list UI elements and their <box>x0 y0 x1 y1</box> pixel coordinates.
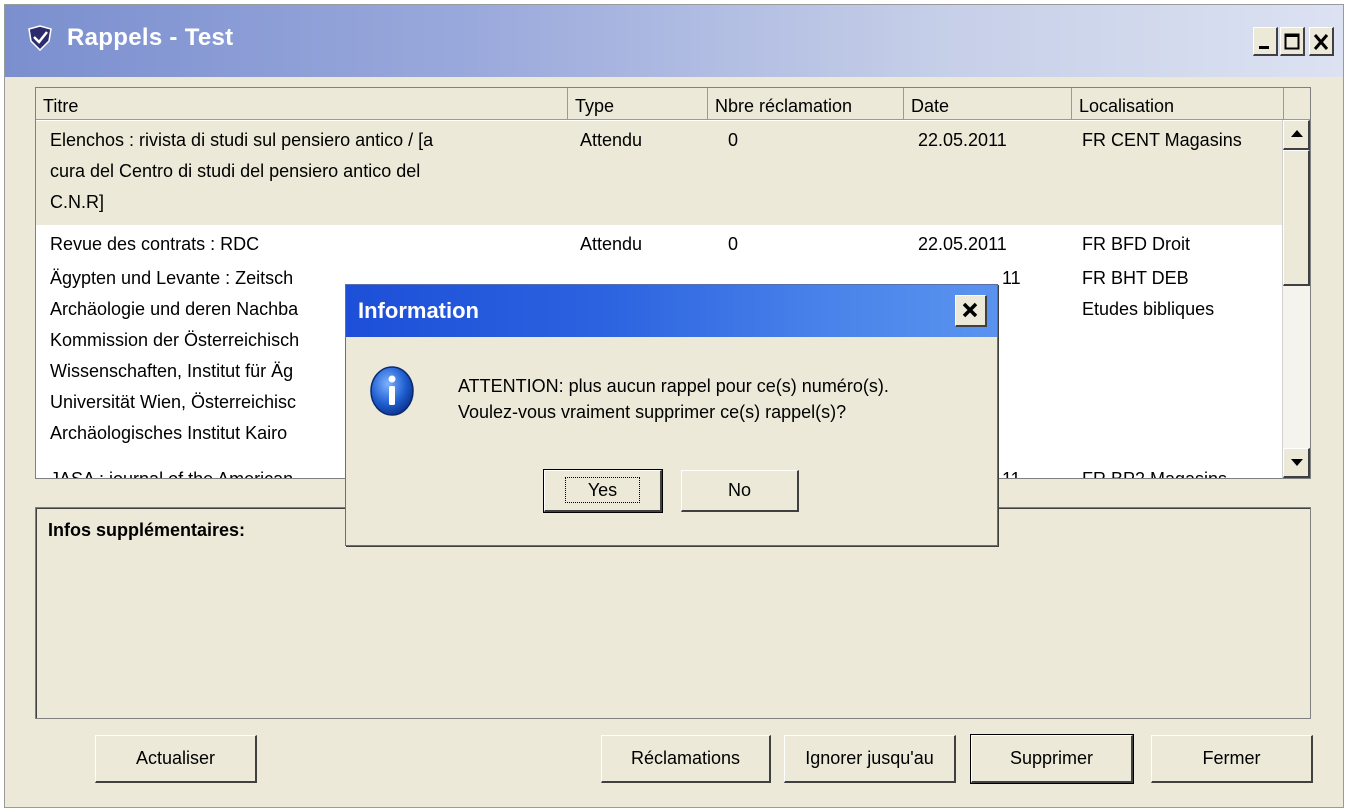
close-window-button[interactable]: Fermer <box>1151 735 1313 783</box>
delete-button[interactable]: Supprimer <box>970 734 1134 784</box>
maximize-icon <box>1284 33 1300 50</box>
row-type: Attendu <box>580 234 643 254</box>
column-header-location[interactable]: Localisation <box>1072 88 1284 120</box>
window-title: Rappels - Test <box>67 24 234 51</box>
yes-button[interactable]: Yes <box>543 469 663 513</box>
table-row[interactable]: Revue des contrats : RDC Attendu 0 22.05… <box>36 225 1282 263</box>
minimize-icon <box>1259 46 1269 49</box>
scroll-thumb[interactable] <box>1283 150 1310 286</box>
row-location: FR BP2 Magasins <box>1082 469 1228 479</box>
claims-button[interactable]: Réclamations <box>601 735 771 783</box>
dialog-message: ATTENTION: plus aucun rappel pour ce(s) … <box>458 376 889 422</box>
column-header-title[interactable]: Titre <box>36 88 568 120</box>
close-icon <box>962 302 978 318</box>
window-titlebar[interactable]: Rappels - Test <box>5 5 1343 77</box>
column-header-claims[interactable]: Nbre réclamation <box>708 88 904 120</box>
arrow-up-icon <box>1291 130 1303 137</box>
row-claims: 0 <box>728 130 739 150</box>
close-icon <box>1313 34 1329 50</box>
row-location: FR CENT Magasins <box>1082 130 1242 150</box>
column-header-date[interactable]: Date <box>904 88 1072 120</box>
scroll-down-button[interactable] <box>1283 448 1310 478</box>
row-date: 22.05.2011 <box>918 130 1007 150</box>
arrow-down-icon <box>1291 459 1303 466</box>
shield-check-icon <box>28 25 52 51</box>
minimize-button[interactable] <box>1253 27 1278 56</box>
table-row[interactable]: Elenchos : rivista di studi sul pensiero… <box>36 121 1282 225</box>
yes-button-label: Yes <box>564 477 641 503</box>
row-date: 22.05.2011 <box>918 234 1007 254</box>
information-dialog: Information ATTENTION: plus aucun rappel… <box>345 284 998 546</box>
row-location: FR BHT DEB Etudes bibliques <box>1082 268 1215 319</box>
column-header-filler <box>1284 88 1310 120</box>
row-location: FR BFD Droit <box>1082 234 1190 254</box>
dialog-close-button[interactable] <box>955 295 987 327</box>
row-title: Revue des contrats : RDC <box>50 234 260 254</box>
row-claims: 0 <box>728 234 739 254</box>
column-header-type[interactable]: Type <box>568 88 708 120</box>
scroll-up-button[interactable] <box>1283 120 1310 150</box>
dialog-title: Information <box>358 298 479 323</box>
row-title: Elenchos : rivista di studi sul pensiero… <box>50 130 434 212</box>
row-date: 11 <box>1002 268 1021 288</box>
dialog-titlebar[interactable]: Information <box>346 285 997 337</box>
row-date: 11 <box>1002 469 1021 479</box>
ignore-until-button[interactable]: Ignorer jusqu'au <box>784 735 956 783</box>
no-button[interactable]: No <box>681 470 799 512</box>
list-scrollbar[interactable] <box>1282 120 1310 478</box>
refresh-button[interactable]: Actualiser <box>95 735 257 783</box>
info-icon <box>370 366 414 416</box>
row-type: Attendu <box>580 130 643 150</box>
additional-info-label: Infos supplémentaires: <box>48 520 246 540</box>
close-button[interactable] <box>1309 27 1334 56</box>
maximize-button[interactable] <box>1280 27 1305 56</box>
